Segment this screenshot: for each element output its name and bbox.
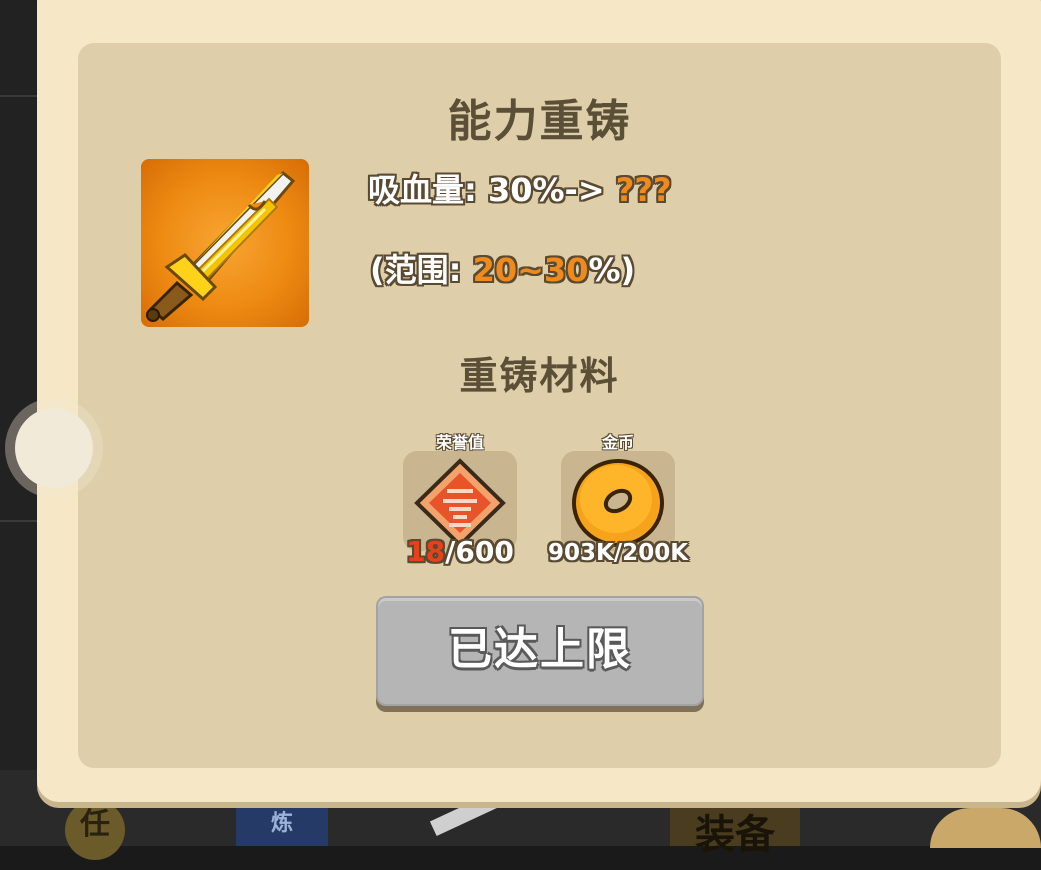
bottom-tab-task-label: 任 xyxy=(65,800,125,860)
material-honor-label: 荣誉值 xyxy=(435,433,484,452)
bottom-tab-task: 任 xyxy=(60,800,130,860)
material-gold-slot xyxy=(561,451,675,551)
lifesteal-range: (范围: 20~30%) xyxy=(370,245,635,291)
bottom-tab-misc xyxy=(930,800,1041,848)
range-value: 20~30 xyxy=(472,251,589,289)
material-gold[interactable]: 金币 903K/200K xyxy=(528,429,708,579)
range-prefix: (范围: xyxy=(370,251,473,289)
weapon-item-slot[interactable] xyxy=(141,159,309,327)
honor-need: /600 xyxy=(445,535,514,568)
max-reached-button[interactable]: 已达上限 xyxy=(376,596,704,706)
range-suffix: %) xyxy=(588,251,636,289)
bottom-tab-forge: 炼 xyxy=(236,800,328,846)
material-gold-count: 903K/200K xyxy=(547,540,689,566)
gold-coin-icon xyxy=(572,459,664,547)
lifesteal-stat: 吸血量: 30%-> ??? xyxy=(368,165,671,211)
bottom-tab-equipment: 装备 xyxy=(670,800,800,858)
lifesteal-current: 吸血量: 30%-> xyxy=(368,171,605,209)
floating-assist-button[interactable] xyxy=(15,408,93,488)
materials-title: 重铸材料 xyxy=(459,354,620,398)
reforge-panel: 能力重铸 吸血量: 30%-> ??? (范围: 20~30%) 重铸材料 荣誉… xyxy=(78,43,1001,768)
bottom-tab-weapon xyxy=(410,791,520,846)
material-honor[interactable]: 荣誉值 18/600 xyxy=(370,429,550,579)
material-gold-label: 金币 xyxy=(601,433,634,452)
golden-sword-icon xyxy=(146,170,296,322)
panel-title: 能力重铸 xyxy=(447,96,632,147)
honor-have: 18 xyxy=(406,535,446,568)
lifesteal-next: ??? xyxy=(615,171,672,209)
hat-icon xyxy=(930,808,1041,848)
material-honor-count: 18/600 xyxy=(370,535,550,568)
